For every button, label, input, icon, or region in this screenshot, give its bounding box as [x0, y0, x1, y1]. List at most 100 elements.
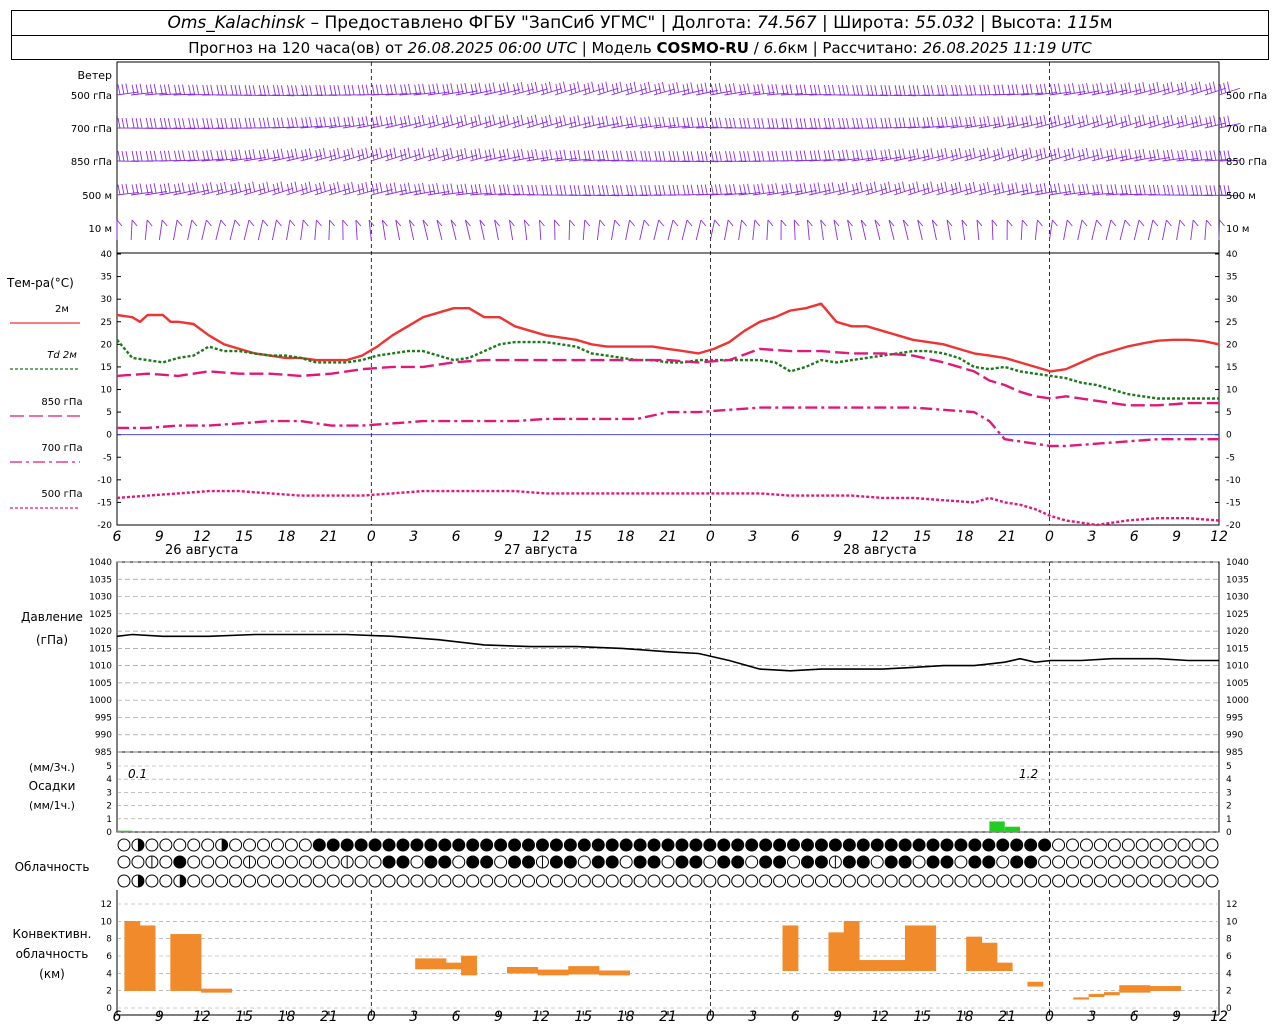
- day-label: 26 августа: [165, 543, 239, 558]
- wind-barb-10m: [724, 219, 729, 241]
- cloud-cover-circle: [1093, 855, 1107, 869]
- wind-barb-flag: [908, 117, 912, 128]
- wind-barb-flag: [1134, 117, 1138, 128]
- wind-barb-flag: [1166, 82, 1170, 94]
- wind-barb-flag: [718, 117, 722, 128]
- wind-barb-flag: [944, 181, 948, 192]
- wind-barb-flag: [601, 116, 605, 127]
- wind-barb-flag: [446, 148, 450, 160]
- cloud-cover-circle: [1107, 874, 1121, 888]
- cloud-cover-circle: [577, 855, 591, 869]
- conv-cloud-bar: [1073, 997, 1090, 1000]
- wind-barb-flag: [894, 117, 898, 128]
- wind-barb-flag: [202, 150, 206, 161]
- wind-barb-flag: [1124, 149, 1128, 160]
- wind-barb-flag: [728, 83, 732, 94]
- wind-barb-flag: [464, 147, 468, 159]
- wind-barb-flag: [1092, 150, 1096, 161]
- wind-barb-flag: [333, 84, 337, 96]
- hour-label-lower: 9: [494, 1009, 503, 1024]
- wind-barb-flag: [302, 219, 309, 227]
- wind-barb-flag: [385, 117, 389, 128]
- precipitation-layer: [117, 821, 1021, 832]
- wind-barb-flag: [1021, 149, 1025, 161]
- pressure-tick-right: 1015: [1226, 644, 1249, 654]
- wind-barb-flag: [393, 115, 397, 126]
- wind-barb-flag: [541, 150, 545, 161]
- wind-barb-flag: [450, 183, 454, 194]
- wind-barb-flag: [484, 84, 488, 95]
- wind-barb-flag: [799, 150, 803, 161]
- wind-barb-flag: [258, 117, 262, 129]
- cloud-cover-circle: [396, 838, 410, 852]
- cloud-cover-circle: [1107, 855, 1121, 869]
- wind-barb-flag: [210, 118, 214, 129]
- wind-barb-flag: [492, 148, 496, 159]
- wind-barb-flag: [739, 117, 743, 129]
- wind-barb-flag: [478, 114, 482, 125]
- wind-barb-flag: [400, 84, 403, 95]
- wind-barb-flag: [1015, 147, 1018, 158]
- wind-barb-flag: [442, 184, 446, 195]
- wind-barb-flag: [856, 117, 860, 129]
- conv-cloud-bar: [1119, 985, 1151, 993]
- wind-barb-flag: [874, 85, 878, 96]
- cloud-cover-circle: [814, 874, 828, 888]
- wind-barb-flag: [1138, 83, 1142, 94]
- wind-barb-flag: [940, 117, 944, 128]
- wind-barb-flag: [1166, 219, 1172, 227]
- wind-barb-flag: [718, 184, 722, 195]
- wind-barb-flag: [1015, 182, 1019, 193]
- cloud-cover-circle: [814, 838, 828, 852]
- wind-barb-flag: [672, 184, 676, 196]
- hour-label-lower: 12: [871, 1009, 889, 1024]
- wind-barb-flag: [139, 183, 143, 194]
- wind-barb-flag: [682, 151, 686, 162]
- wind-barb-flag: [612, 150, 615, 162]
- wind-barb-flag: [315, 184, 319, 195]
- wind-barb-flag: [323, 85, 327, 96]
- cloud-cover-circle: [522, 855, 536, 869]
- wind-barb-flag: [1152, 115, 1156, 127]
- cloud-cover-circle: [508, 874, 522, 888]
- wind-barb-flag: [747, 151, 751, 162]
- wind-barb-flag: [1120, 150, 1124, 161]
- cloud-cover-circle: [563, 855, 577, 869]
- cloud-cover-circle: [410, 838, 424, 852]
- cloud-cover-circle: [1149, 874, 1163, 888]
- cloud-cover-circle: [828, 838, 842, 852]
- cloud-cover-circle: [591, 855, 605, 869]
- wind-barb-flag: [718, 151, 722, 162]
- wind-barb-flag: [569, 83, 573, 95]
- wind-barb-flag: [337, 116, 341, 127]
- wind-barb-flag: [418, 183, 422, 194]
- wind-barb-flag: [682, 84, 686, 95]
- wind-barb-flag: [1206, 219, 1212, 227]
- wind-barb-flag: [1049, 184, 1053, 195]
- wind-barb-flag: [597, 185, 601, 196]
- cloud-cover-circle: [577, 874, 591, 888]
- hour-label-lower: 21: [659, 1009, 677, 1024]
- wind-barb-flag: [658, 219, 665, 227]
- pressure-title: Давление: [21, 610, 83, 624]
- wind-barb-flag: [634, 116, 637, 127]
- precip-total-label: 0.1: [128, 767, 147, 781]
- wind-barb-flag: [1001, 182, 1005, 193]
- wind-barb-flag: [704, 151, 708, 162]
- cloud-cover-circle: [745, 855, 759, 869]
- wind-barb-flag: [662, 151, 666, 162]
- wind-barb-flag: [295, 85, 298, 96]
- wind-barb-flag: [1120, 84, 1124, 95]
- wind-barb-10m: [300, 219, 304, 241]
- cloud-cover-circle: [689, 838, 703, 852]
- wind-barb-flag: [1156, 184, 1160, 196]
- wind-barb-flag: [733, 117, 736, 129]
- cloud-cover-circle: [703, 874, 717, 888]
- cloud-cover-circle: [856, 874, 870, 888]
- wind-barb-flag: [633, 81, 637, 92]
- wind-barb-flag: [545, 82, 548, 94]
- wind-barb-flag: [421, 147, 425, 158]
- cloud-cover-circle: [717, 838, 731, 852]
- wind-barb-flag: [577, 149, 581, 161]
- wind-barb-flag: [831, 149, 835, 161]
